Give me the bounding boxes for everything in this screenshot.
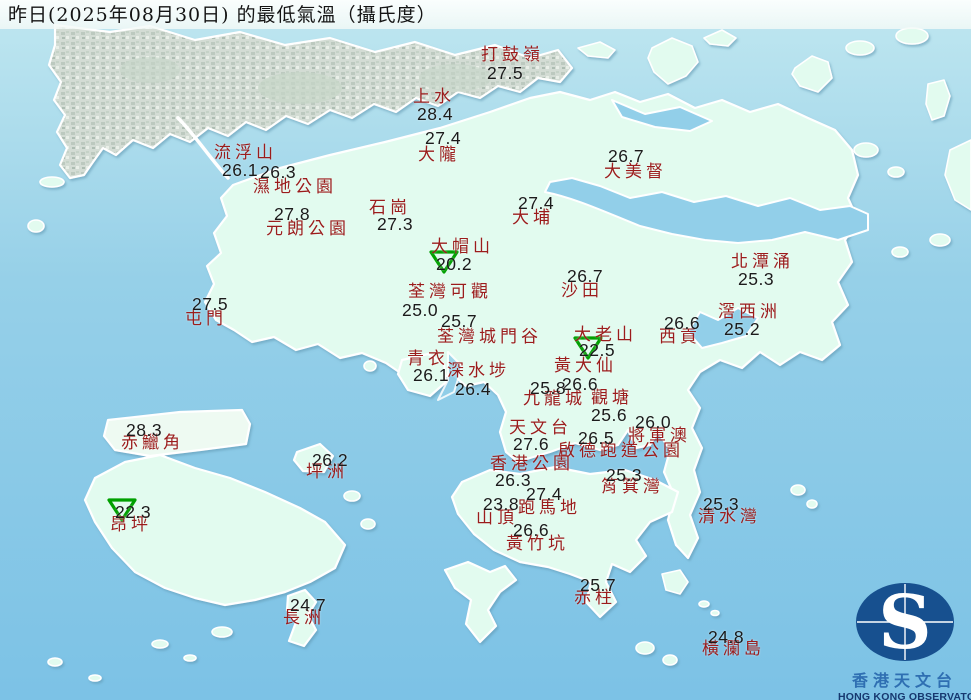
station-value: 27.4 <box>518 195 554 213</box>
station-value: 26.4 <box>455 381 491 399</box>
hko-logo-chinese: 香港天文台 <box>838 667 971 691</box>
svg-text:S: S <box>878 582 931 662</box>
station-value: 28.4 <box>417 106 453 124</box>
station-value: 26.7 <box>567 268 603 286</box>
station-value: 27.3 <box>377 216 413 234</box>
station-value: 26.6 <box>664 315 700 333</box>
station-name: 荃灣城門谷 <box>437 329 542 347</box>
station-value: 22.3 <box>115 504 151 522</box>
hong-kong-map <box>0 0 971 700</box>
station-value: 26.6 <box>513 522 549 540</box>
station-value: 27.6 <box>513 436 549 454</box>
station-value: 24.8 <box>708 629 744 647</box>
station-value: 25.6 <box>591 407 627 425</box>
hko-logo-english: HONG KONG OBSERVATORY <box>838 691 971 700</box>
station-value: 25.3 <box>703 496 739 514</box>
station-value: 27.4 <box>425 130 461 148</box>
station-value: 25.2 <box>724 321 760 339</box>
station-value: 20.2 <box>436 256 472 274</box>
hko-logo: S 香港天文台 HONG KONG OBSERVATORY <box>838 582 971 700</box>
station-value: 26.1 <box>222 162 258 180</box>
station-name: 大美督 <box>604 164 667 182</box>
station-value: 25.0 <box>402 302 438 320</box>
station-value: 26.6 <box>562 376 598 394</box>
station-value: 25.3 <box>738 271 774 289</box>
station-value: 26.0 <box>635 414 671 432</box>
station-value: 26.2 <box>312 452 348 470</box>
station-value: 22.5 <box>579 342 615 360</box>
station-value: 24.7 <box>290 597 326 615</box>
station-value: 25.7 <box>580 577 616 595</box>
map-title: 昨日(2025年08月30日) 的最低氣溫（攝氏度） <box>8 4 437 27</box>
station-value: 27.5 <box>192 296 228 314</box>
station-value: 23.8 <box>483 496 519 514</box>
station-value: 26.7 <box>608 148 644 166</box>
station-value: 28.3 <box>126 422 162 440</box>
station-value: 25.3 <box>606 467 642 485</box>
station-value: 25.8 <box>530 380 566 398</box>
station-value: 26.5 <box>578 430 614 448</box>
hko-min-temp-map: 昨日(2025年08月30日) 的最低氣溫（攝氏度） 27.5打鼓嶺28.4上水… <box>0 0 971 700</box>
station-value: 27.8 <box>274 206 310 224</box>
station-name: 大隴 <box>418 147 460 165</box>
station-value: 27.4 <box>526 486 562 504</box>
station-value: 27.5 <box>487 65 523 83</box>
hko-logo-icon: S <box>855 582 955 662</box>
station-value: 26.1 <box>413 367 449 385</box>
station-value: 25.7 <box>441 313 477 331</box>
station-value: 26.3 <box>260 164 296 182</box>
